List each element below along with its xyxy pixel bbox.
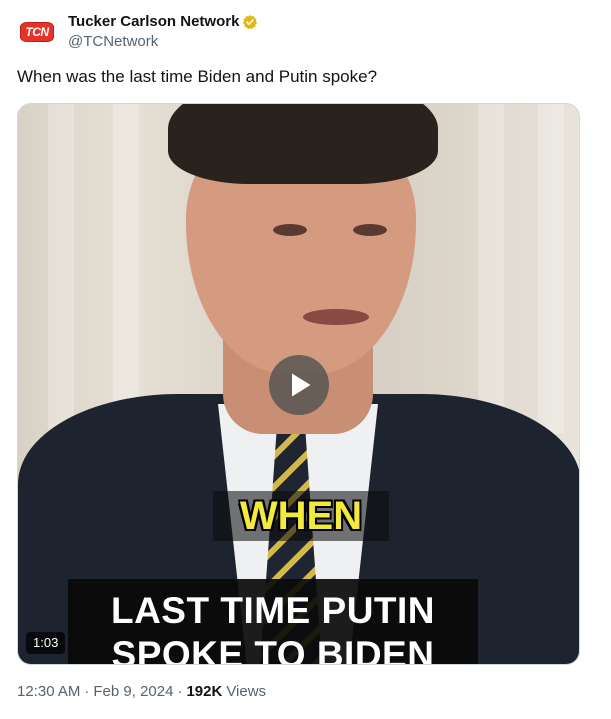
video-subject-eye	[353, 224, 387, 236]
tweet-date[interactable]: Feb 9, 2024	[93, 682, 173, 702]
video-caption-line-1: LAST TIME PUTIN	[110, 590, 436, 631]
video-caption-box: LAST TIME PUTIN SPOKE TO BIDEN	[68, 579, 478, 665]
tweet-header: TCN Tucker Carlson Network @TCNetwork	[18, 10, 258, 54]
meta-separator: ·	[177, 683, 183, 700]
curtain-stripe	[538, 104, 564, 434]
tweet-card: TCN Tucker Carlson Network @TCNetwork Wh…	[0, 0, 611, 719]
tweet-meta: 12:30 AM · Feb 9, 2024 · 192K Views	[17, 682, 266, 702]
views-count[interactable]: 192K	[186, 682, 222, 702]
video-subject-hair	[168, 104, 438, 184]
video-caption-when: WHEN	[213, 491, 389, 541]
play-icon	[292, 373, 311, 397]
video-duration-badge: 1:03	[26, 632, 66, 654]
verified-badge-icon[interactable]	[242, 14, 258, 30]
tweet-text: When was the last time Biden and Putin s…	[17, 67, 378, 86]
video-player[interactable]: WHEN LAST TIME PUTIN SPOKE TO BIDEN 1:03	[17, 103, 580, 665]
author-names: Tucker Carlson Network @TCNetwork	[68, 12, 258, 52]
handle[interactable]: @TCNetwork	[68, 32, 258, 52]
play-button[interactable]	[269, 355, 329, 415]
tweet-time[interactable]: 12:30 AM	[17, 682, 80, 702]
video-caption-line-2: SPOKE TO BIDEN	[111, 634, 435, 665]
views-label: Views	[226, 683, 267, 700]
video-subject-eye	[273, 224, 307, 236]
name-row: Tucker Carlson Network	[68, 12, 258, 32]
avatar[interactable]: TCN	[18, 13, 56, 51]
curtain-stripe	[48, 104, 74, 434]
meta-separator: ·	[84, 683, 90, 700]
display-name[interactable]: Tucker Carlson Network	[68, 12, 239, 32]
video-subject-mouth	[303, 309, 369, 325]
curtain-stripe	[478, 104, 504, 434]
avatar-logo: TCN	[20, 22, 54, 42]
curtain-stripe	[113, 104, 139, 434]
